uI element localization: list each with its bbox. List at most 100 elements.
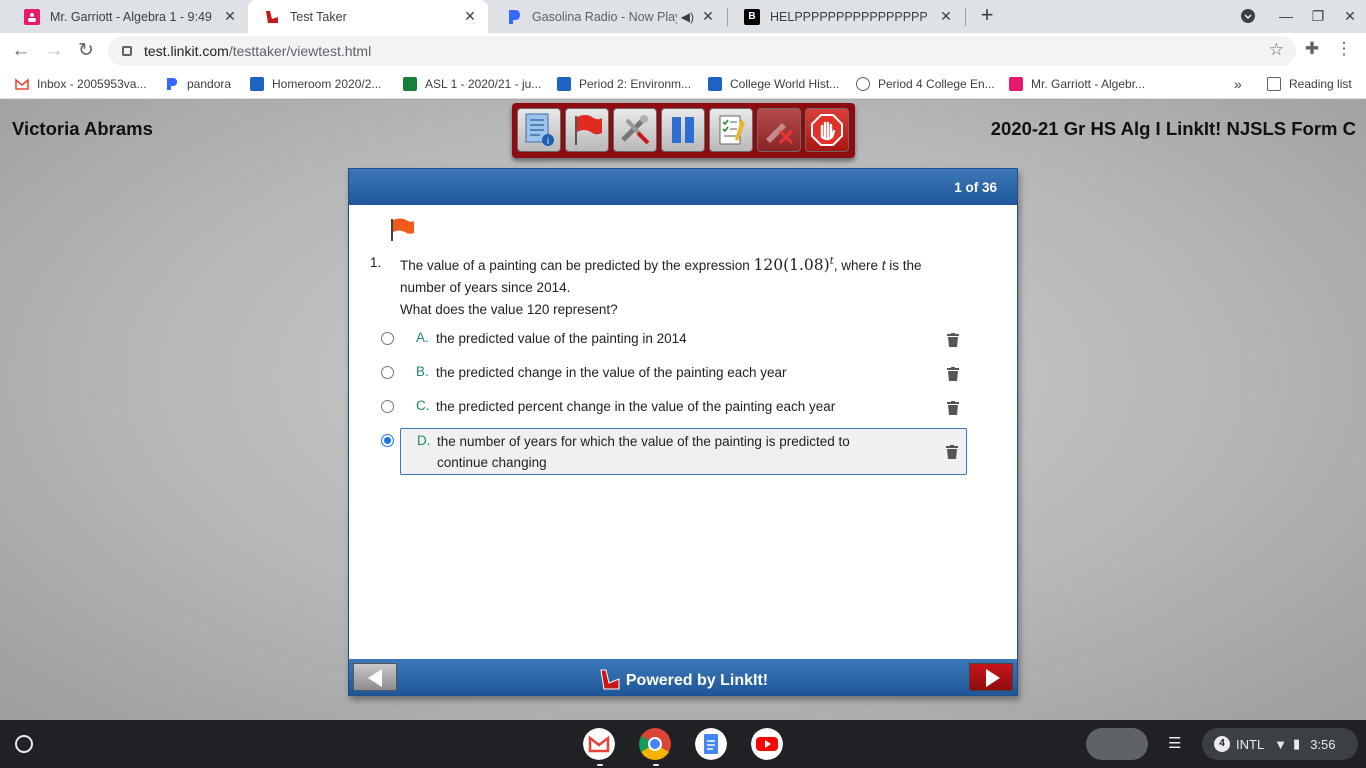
answer-choice-c[interactable]: C. the predicted percent change in the v… [381,394,967,420]
holding-space-tray[interactable] [1086,728,1148,760]
answer-choice-a[interactable]: A. the predicted value of the painting i… [381,326,967,352]
close-icon[interactable]: ✕ [700,8,716,25]
stem-question: What does the value 120 represent? [400,302,618,318]
address-bar[interactable]: test.linkit.com/testtaker/viewtest.html … [108,36,1296,66]
question-panel: 1 of 36 1. The value of a painting can b… [348,168,1018,696]
reading-list-button[interactable]: Reading list [1267,75,1352,93]
choice-letter: D. [417,433,431,448]
answer-choice-d[interactable]: D. the number of years for which the val… [381,428,967,475]
restore-button[interactable]: ❐ [1305,4,1331,28]
radio-choice-c[interactable] [381,400,394,413]
stem-text: , where [833,258,882,274]
bookmark-label: ASL 1 - 2020/21 - ju... [425,77,542,91]
minimize-button[interactable]: — [1273,4,1299,28]
panel-footer: Powered by LinkIt! [349,659,1017,695]
tab-title: Test Taker [290,9,347,24]
new-tab-button[interactable]: + [975,4,999,28]
url-path: /testtaker/viewtest.html [228,43,372,59]
menu-icon[interactable]: ⋮ [1332,39,1356,59]
status-tray[interactable]: 4 INTL ▼ ▮ 3:56 [1202,728,1358,760]
chrome-icon[interactable] [639,728,671,760]
pause-icon [672,117,694,143]
test-info-button[interactable]: i [517,108,561,152]
bookmark-homeroom[interactable]: Homeroom 2020/2... [250,75,381,93]
tool-dock: i [512,103,855,158]
powered-by: Powered by LinkIt! [349,668,1017,690]
reload-button[interactable]: ↻ [73,39,99,63]
trash-icon[interactable] [946,445,958,459]
brainly-icon: B [744,8,760,25]
trash-icon[interactable] [947,333,959,347]
close-icon[interactable]: ✕ [462,8,478,25]
globe-icon [856,77,870,91]
stem-text: The value of a painting can be predicted… [400,258,754,274]
close-icon[interactable]: ✕ [222,8,238,25]
test-page: Victoria Abrams 2020-21 Gr HS Alg I Link… [0,100,1366,720]
flag-icon [575,115,602,145]
powered-by-text: Powered by LinkIt! [625,672,769,689]
eliminate-answer-button[interactable] [757,108,801,152]
bookmark-college-world-hist[interactable]: College World Hist... [708,75,839,93]
question-stem: The value of a painting can be predicted… [400,251,960,321]
radio-choice-d[interactable] [381,434,394,447]
bookmark-asl[interactable]: ASL 1 - 2020/21 - ju... [403,75,541,93]
tab-helpp[interactable]: B HELPPPPPPPPPPPPPPPP PLZZ ✕ [728,0,964,33]
clipboard-icon[interactable]: ☰ [1168,734,1186,754]
tab-test-taker[interactable]: Test Taker ✕ [248,0,488,33]
os-shelf: ☰ 4 INTL ▼ ▮ 3:56 [0,720,1366,768]
choice-letter: B. [416,364,429,379]
linkit-icon [264,9,280,25]
classroom-icon [250,77,264,91]
choice-text: the predicted change in the value of the… [436,365,787,380]
pandora-icon [506,9,522,25]
tab-title: Gasolina Radio - Now Playin [532,9,677,24]
battery-icon: ▮ [1293,736,1301,751]
gmail-icon[interactable] [583,728,615,760]
tab-separator [965,8,966,26]
bookmark-period2[interactable]: Period 2: Environm... [557,75,691,93]
tools-button[interactable] [613,108,657,152]
input-method: INTL [1236,736,1265,752]
flag-button[interactable] [565,108,609,152]
browser-toolbar: ← → ↻ test.linkit.com/testtaker/viewtest… [0,33,1366,69]
question-flag-icon[interactable] [389,217,415,241]
review-button[interactable] [709,108,753,152]
bookmark-label: Mr. Garriott - Algebr... [1031,77,1146,91]
bookmark-garriott[interactable]: Mr. Garriott - Algebr... [1009,75,1145,93]
url-host: test.linkit.com [144,43,229,59]
youtube-icon[interactable] [751,728,783,760]
pause-button[interactable] [661,108,705,152]
bookmark-label: Period 2: Environm... [579,77,692,91]
wifi-icon: ▼ [1274,736,1288,752]
back-button[interactable]: ← [8,39,34,63]
close-window-button[interactable]: ✕ [1337,4,1363,28]
radio-choice-a[interactable] [381,332,394,345]
next-question-button[interactable] [969,663,1013,691]
bookmarks-overflow-button[interactable]: » [1234,75,1242,93]
end-test-button[interactable] [805,108,849,152]
math-expression: 120(1.08)t [753,256,833,274]
trash-icon[interactable] [947,367,959,381]
bookmark-inbox[interactable]: Inbox - 2005953va... [15,75,146,93]
docs-icon[interactable] [695,728,727,760]
forward-button[interactable]: → [41,39,67,63]
radio-choice-b[interactable] [381,366,394,379]
speaker-icon[interactable]: ◀) [681,10,694,24]
gmail-icon [15,77,29,91]
bookmark-period4[interactable]: Period 4 College En... [856,75,995,93]
tab-title: Mr. Garriott - Algebra 1 - 9:49 - 10 [50,9,216,24]
running-indicator [597,764,603,766]
bookmark-star-icon[interactable]: ☆ [1269,40,1284,60]
close-icon[interactable]: ✕ [938,8,954,25]
tab-search-button[interactable] [1235,4,1261,28]
linkit-logo-icon [600,669,620,690]
tab-gasolina-radio[interactable]: Gasolina Radio - Now Playin ◀) ✕ [490,0,726,33]
reading-list-icon [1267,77,1281,91]
extensions-icon[interactable]: ✚ [1300,39,1324,59]
tab-title: HELPPPPPPPPPPPPPPPP PLZZ [770,9,932,24]
answer-choice-b[interactable]: B. the predicted change in the value of … [381,360,967,386]
tab-algebra[interactable]: Mr. Garriott - Algebra 1 - 9:49 - 10 ✕ [8,0,248,33]
launcher-icon[interactable] [15,735,33,753]
bookmark-pandora[interactable]: pandora [165,75,231,93]
trash-icon[interactable] [947,401,959,415]
